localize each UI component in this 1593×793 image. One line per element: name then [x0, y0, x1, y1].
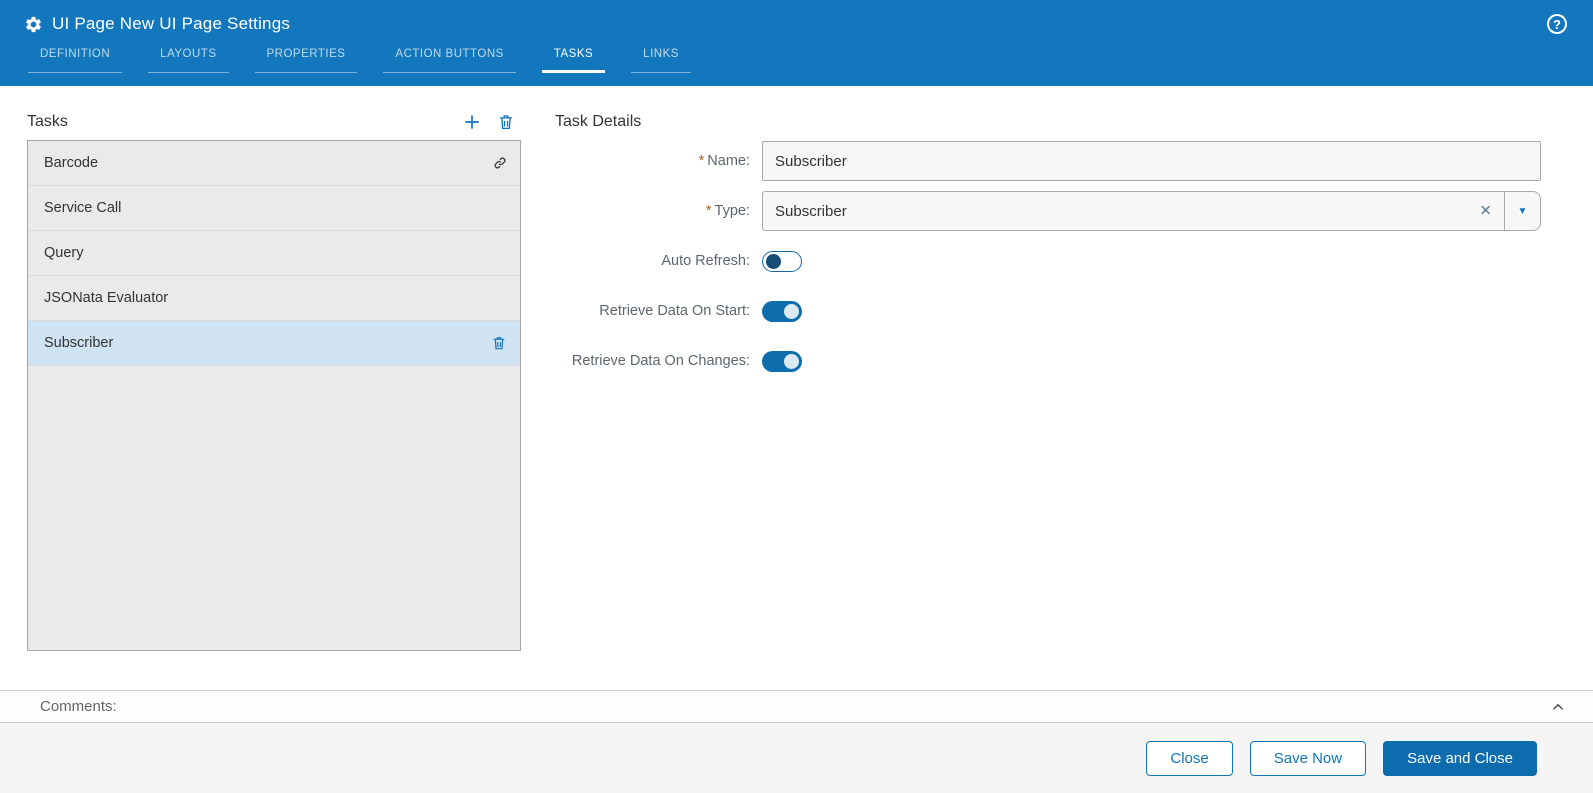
retrieve-on-start-label: Retrieve Data On Start:	[599, 303, 750, 319]
type-input[interactable]	[762, 191, 1505, 231]
tab-properties[interactable]: PROPERTIES	[254, 42, 358, 73]
type-label: * Type:	[705, 203, 750, 219]
name-field-wrap	[762, 141, 1541, 181]
tasks-actions	[462, 112, 515, 132]
retrieve-on-changes-field	[762, 350, 1541, 372]
trash-icon[interactable]	[491, 335, 507, 351]
task-row-barcode[interactable]: Barcode	[28, 141, 520, 186]
required-star: *	[698, 153, 705, 169]
type-input-wrap: ✕	[762, 191, 1505, 231]
tab-bar: DEFINITION LAYOUTS PROPERTIES ACTION BUT…	[0, 42, 1593, 73]
task-details-panel: Task Details *Name: *Type: ✕ ▼ Auto Refr…	[555, 103, 1541, 391]
task-list: Barcode Service Call Query JSONata Evalu…	[27, 140, 521, 651]
task-label: Subscriber	[44, 335, 114, 351]
tab-action-buttons[interactable]: ACTION BUTTONS	[383, 42, 516, 73]
retrieve-on-changes-toggle[interactable]	[762, 350, 802, 372]
tab-links[interactable]: LINKS	[631, 42, 691, 73]
task-label: JSONata Evaluator	[44, 290, 169, 306]
type-field-wrap: ✕ ▼	[762, 191, 1541, 231]
tab-layouts[interactable]: LAYOUTS	[148, 42, 229, 73]
toggle-knob	[766, 253, 781, 269]
name-row: * Name:	[555, 141, 1541, 181]
retrieve-on-changes-label: Retrieve Data On Changes:	[571, 353, 750, 369]
tab-definition[interactable]: DEFINITION	[28, 42, 123, 73]
tab-tasks[interactable]: TASKS	[541, 42, 606, 73]
help-icon[interactable]: ?	[1547, 14, 1567, 34]
task-details-title: Task Details	[555, 112, 642, 130]
retrieve-on-start-row: Retrieve Data On Start:	[555, 291, 1541, 331]
toggle-knob	[784, 303, 799, 319]
clear-icon[interactable]: ✕	[1479, 204, 1492, 219]
delete-task-button[interactable]	[497, 113, 515, 131]
dropdown-button[interactable]: ▼	[1504, 191, 1541, 231]
task-row-subscriber[interactable]: Subscriber	[28, 321, 520, 366]
task-label: Query	[44, 245, 84, 261]
required-star: *	[705, 203, 712, 219]
type-row: *Type: ✕ ▼	[555, 191, 1541, 231]
auto-refresh-field	[762, 250, 1541, 272]
task-label: Service Call	[44, 200, 122, 216]
auto-refresh-row: Auto Refresh:	[555, 241, 1541, 281]
toggle-knob	[784, 353, 799, 369]
tasks-panel-title: Tasks	[27, 112, 68, 130]
comments-bar: Comments:	[0, 690, 1593, 723]
retrieve-on-start-field	[762, 300, 1541, 322]
tasks-panel: Tasks Barcode Service Call Query JSONata…	[27, 103, 521, 651]
gear-icon	[24, 15, 43, 34]
type-combobox: ✕ ▼	[762, 191, 1541, 231]
add-task-button[interactable]	[462, 112, 482, 132]
task-label: Barcode	[44, 155, 99, 171]
name-input[interactable]	[762, 141, 1541, 181]
retrieve-on-start-toggle[interactable]	[762, 300, 802, 322]
close-button[interactable]: Close	[1146, 740, 1233, 776]
header: UI Page New UI Page Settings ? DEFINITIO…	[0, 0, 1593, 86]
retrieve-on-changes-row: Retrieve Data On Changes:	[555, 341, 1541, 381]
task-row-jsonata-evaluator[interactable]: JSONata Evaluator	[28, 276, 520, 321]
save-and-close-button[interactable]: Save and Close	[1383, 740, 1537, 776]
name-label: * Name:	[698, 153, 750, 169]
auto-refresh-toggle[interactable]	[762, 250, 802, 272]
footer: Close Save Now Save and Close	[0, 723, 1593, 793]
page-title: UI Page New UI Page Settings	[52, 14, 291, 33]
link-icon[interactable]	[493, 156, 507, 170]
save-now-button[interactable]: Save Now	[1249, 740, 1367, 776]
chevron-up-icon[interactable]	[1549, 698, 1567, 716]
auto-refresh-label: Auto Refresh:	[661, 253, 750, 269]
task-row-service-call[interactable]: Service Call	[28, 186, 520, 231]
tasks-panel-header: Tasks	[27, 103, 521, 140]
title-bar: UI Page New UI Page Settings ?	[0, 0, 1593, 36]
chevron-down-icon: ▼	[1517, 205, 1528, 217]
task-row-query[interactable]: Query	[28, 231, 520, 276]
comments-label: Comments:	[40, 698, 117, 715]
